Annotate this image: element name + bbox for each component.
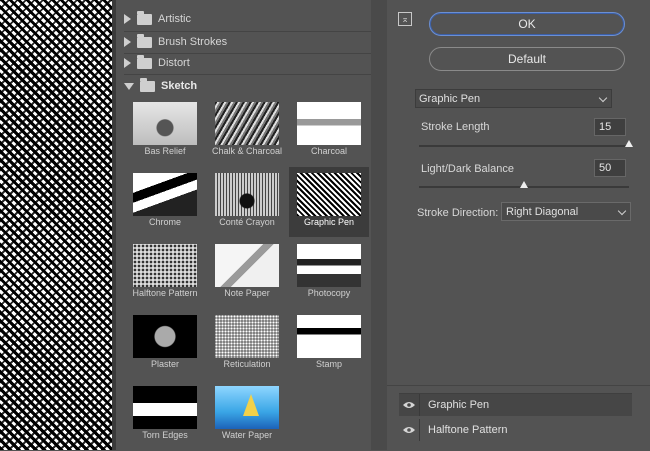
filter-thumbnail-label: Bas Relief [144,146,186,156]
filter-thumbnail-image [297,173,361,216]
folder-icon [137,54,152,69]
light-dark-balance-value: 50 [599,162,612,174]
effect-layer-halftone-pattern[interactable]: Halftone Pattern [399,419,632,441]
filter-thumbnail-chrome[interactable]: Chrome [125,167,205,237]
folder-artistic[interactable]: Artistic [124,9,371,29]
collapse-arrow-icon [124,82,134,90]
expand-arrow-icon [124,37,131,47]
filter-thumbnail-label: Conté Crayon [219,217,275,227]
visibility-eye-icon[interactable] [399,394,420,416]
filter-thumbnail-bas-relief[interactable]: Bas Relief [125,96,205,166]
filter-thumbnail-image [215,102,279,145]
filter-thumbnail-label: Plaster [150,359,179,369]
filter-thumbnail-image [297,102,361,145]
folder-sketch[interactable]: Sketch [124,76,371,96]
filter-thumbnail-label: Torn Edges [142,430,188,440]
filter-thumbnail-photocopy[interactable]: Photocopy [289,238,369,308]
expand-arrow-icon [124,58,131,68]
settings-panel: ⌅ OK Default Graphic Pen Stroke Length 1… [387,0,650,451]
filter-thumbnail-image [215,244,279,287]
light-dark-balance-input[interactable]: 50 [594,159,626,177]
filter-thumbnail-torn-edges[interactable]: Torn Edges [125,380,205,450]
filter-gallery: Artistic Brush Strokes Distort Sketch Ba… [116,0,371,450]
default-button[interactable]: Default [429,47,625,71]
filter-thumbnail-reticulation[interactable]: Reticulation [207,309,287,379]
filter-thumbnail-image [133,244,197,287]
chevron-down-icon [617,206,627,216]
light-dark-balance-label: Light/Dark Balance [421,163,514,175]
effect-layer-label: Halftone Pattern [428,424,508,436]
stroke-length-value: 15 [599,121,612,133]
folder-label: Sketch [161,80,198,92]
collapse-gallery-button[interactable]: ⌅ [398,12,412,26]
gallery-scrollbar[interactable] [371,0,387,450]
collapse-icon: ⌅ [401,13,409,24]
ok-button[interactable]: OK [429,12,625,36]
filter-select[interactable]: Graphic Pen [415,89,612,108]
filter-thumbnail-image [215,386,279,429]
filter-thumbnail-image [215,173,279,216]
filter-thumbnail-label: Photocopy [307,288,351,298]
effect-layer-graphic-pen[interactable]: Graphic Pen [399,394,632,416]
filter-thumbnail-cont-crayon[interactable]: Conté Crayon [207,167,287,237]
filter-thumbnail-image [133,315,197,358]
folder-icon [137,10,152,25]
filter-thumbnail-label: Reticulation [223,359,271,369]
folder-distort[interactable]: Distort [124,53,371,73]
stroke-direction-select[interactable]: Right Diagonal [501,202,631,221]
filter-thumbnail-image [215,315,279,358]
filter-thumbnail-charcoal[interactable]: Charcoal [289,96,369,166]
filter-thumbnail-graphic-pen[interactable]: Graphic Pen [289,167,369,237]
filter-thumbnail-image [133,386,197,429]
filter-thumbnail-label: Chrome [148,217,181,227]
folder-icon [140,77,155,92]
light-dark-balance-slider-handle[interactable] [520,181,528,188]
filter-thumbnail-halftone-pattern[interactable]: Halftone Pattern [125,238,205,308]
filter-thumbnail-label: Water Paper [221,430,273,440]
filter-thumbnail-note-paper[interactable]: Note Paper [207,238,287,308]
stroke-length-slider-track[interactable] [419,145,629,147]
filter-thumbnail-image [133,102,197,145]
folder-label: Distort [158,57,190,69]
stroke-length-label: Stroke Length [421,121,490,133]
stroke-length-input[interactable]: 15 [594,118,626,136]
filter-thumbnail-label: Stamp [315,359,342,369]
panel-separator [387,385,650,386]
visibility-eye-icon[interactable] [399,419,420,441]
filter-thumbnail-label: Chalk & Charcoal [211,146,283,156]
folder-label: Artistic [158,13,191,25]
filter-thumbnail-image [297,244,361,287]
folder-label: Brush Strokes [158,36,228,48]
filter-select-value: Graphic Pen [419,92,481,105]
folder-brush-strokes[interactable]: Brush Strokes [124,32,371,52]
filter-thumbnail-label: Halftone Pattern [132,288,198,298]
expand-arrow-icon [124,14,131,24]
stroke-direction-label: Stroke Direction: [417,207,499,219]
filter-thumbnail-image [297,315,361,358]
divider [124,74,371,75]
chevron-down-icon [598,93,608,103]
filter-thumbnail-stamp[interactable]: Stamp [289,309,369,379]
effect-layers-list: Graphic Pen Halftone Pattern [399,393,632,451]
filter-thumbnail-image [133,173,197,216]
filter-thumbnail-chalk-charcoal[interactable]: Chalk & Charcoal [207,96,287,166]
effect-layer-label: Graphic Pen [428,399,490,411]
filter-thumbnail-label: Graphic Pen [303,217,355,227]
stroke-direction-value: Right Diagonal [506,205,579,218]
filter-thumbnail-water-paper[interactable]: Water Paper [207,380,287,450]
filter-preview-canvas[interactable] [0,0,112,450]
filter-thumbnail-plaster[interactable]: Plaster [125,309,205,379]
filter-thumbnail-label: Note Paper [224,288,270,298]
stroke-length-slider-handle[interactable] [625,140,633,147]
filter-thumbnail-label: Charcoal [310,146,348,156]
folder-icon [137,33,152,48]
